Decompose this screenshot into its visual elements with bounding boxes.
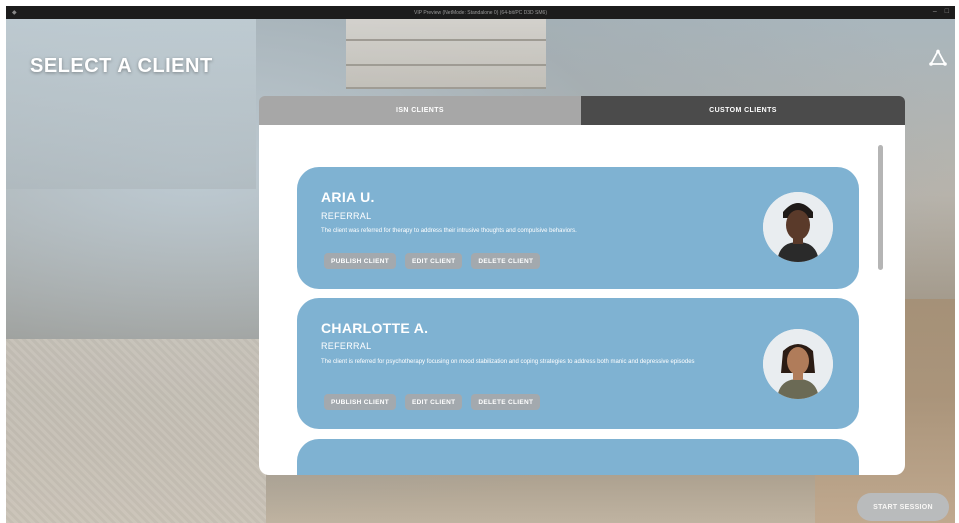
- delete-client-button[interactable]: DELETE CLIENT: [471, 253, 541, 269]
- background-scene: SELECT A CLIENT ISN CLIENTS CUSTOM CLIEN…: [6, 19, 955, 523]
- client-card[interactable]: [297, 439, 859, 475]
- screenshot-frame: ◆ VIP Preview (NetMode: Standalone 0) (6…: [0, 0, 959, 523]
- client-card[interactable]: ARIA U. REFERRAL The client was referred…: [297, 167, 859, 289]
- client-type: REFERRAL: [321, 211, 372, 221]
- list-scrollbar[interactable]: [878, 145, 883, 270]
- edit-client-button[interactable]: EDIT CLIENT: [405, 253, 463, 269]
- client-panel: ISN CLIENTS CUSTOM CLIENTS ARIA U. REFER…: [259, 96, 905, 475]
- client-description: The client is referred for psychotherapy…: [321, 359, 695, 365]
- client-actions: PUBLISH CLIENT EDIT CLIENT DELETE CLIENT: [324, 253, 541, 269]
- window-controls: – □: [933, 8, 949, 15]
- background-carpet: [6, 339, 266, 523]
- delete-client-button[interactable]: DELETE CLIENT: [471, 394, 541, 410]
- publish-client-button[interactable]: PUBLISH CLIENT: [324, 253, 397, 269]
- client-tabs: ISN CLIENTS CUSTOM CLIENTS: [259, 96, 905, 125]
- tab-isn-clients[interactable]: ISN CLIENTS: [259, 96, 581, 125]
- minimize-button[interactable]: –: [933, 8, 937, 15]
- avatar: [763, 329, 833, 399]
- page-title: SELECT A CLIENT: [30, 55, 213, 77]
- triangle-logo-icon[interactable]: [929, 49, 947, 67]
- app-icon: ◆: [12, 10, 17, 16]
- app-window: ◆ VIP Preview (NetMode: Standalone 0) (6…: [6, 6, 955, 523]
- start-session-button[interactable]: START SESSION: [857, 493, 949, 521]
- tab-custom-clients[interactable]: CUSTOM CLIENTS: [581, 96, 905, 125]
- client-actions: PUBLISH CLIENT EDIT CLIENT DELETE CLIENT: [324, 394, 541, 410]
- window-title: VIP Preview (NetMode: Standalone 0) (64-…: [413, 9, 548, 16]
- client-list: ARIA U. REFERRAL The client was referred…: [259, 125, 905, 475]
- publish-client-button[interactable]: PUBLISH CLIENT: [324, 394, 397, 410]
- client-name: ARIA U.: [321, 189, 375, 205]
- edit-client-button[interactable]: EDIT CLIENT: [405, 394, 463, 410]
- client-portrait-icon: [763, 329, 833, 399]
- client-type: REFERRAL: [321, 341, 372, 351]
- client-portrait-icon: [763, 192, 833, 262]
- background-window: [6, 19, 256, 189]
- client-card[interactable]: CHARLOTTE A. REFERRAL The client is refe…: [297, 298, 859, 429]
- avatar: [763, 192, 833, 262]
- window-titlebar: ◆ VIP Preview (NetMode: Standalone 0) (6…: [6, 6, 955, 19]
- maximize-button[interactable]: □: [945, 8, 949, 15]
- client-name: CHARLOTTE A.: [321, 320, 429, 336]
- background-bookshelf: [346, 19, 546, 89]
- client-description: The client was referred for therapy to a…: [321, 228, 577, 234]
